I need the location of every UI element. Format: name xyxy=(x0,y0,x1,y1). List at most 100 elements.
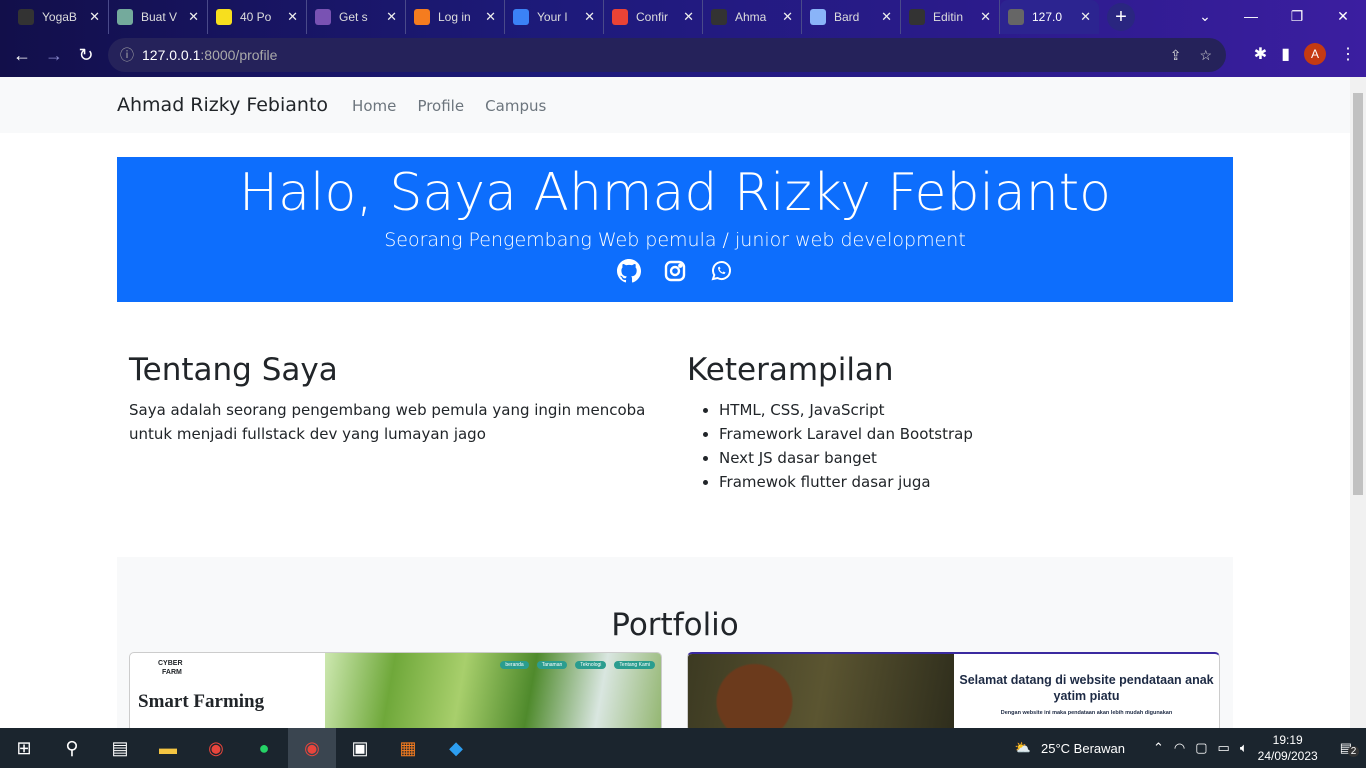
close-tab-icon[interactable]: ✕ xyxy=(881,9,892,25)
whatsapp-app-icon[interactable]: ● xyxy=(240,728,288,768)
skill-item: Framewok flutter dasar juga xyxy=(719,470,1227,494)
forward-button[interactable]: → xyxy=(38,45,70,66)
volume-icon[interactable]: 🔈︎ xyxy=(1240,740,1248,756)
weather-text[interactable]: 25°C Berawan xyxy=(1041,741,1125,756)
notification-count: 2 xyxy=(1347,746,1360,757)
tab-title: Editin xyxy=(933,10,964,24)
share-icon[interactable]: ⇪ xyxy=(1170,47,1182,64)
web-page: Ahmad Rizky Febianto Home Profile Campus… xyxy=(0,77,1350,728)
browser-tab[interactable]: Confir ✕ xyxy=(604,0,703,34)
weather-icon[interactable]: ⛅ xyxy=(1015,740,1031,756)
tab-search-icon[interactable]: ⌄ xyxy=(1182,0,1228,32)
info-icon[interactable]: ⓘ xyxy=(120,45,134,65)
nav-profile[interactable]: Profile xyxy=(417,97,464,115)
close-tab-icon[interactable]: ✕ xyxy=(1080,9,1091,25)
portfolio-card-smart-farming[interactable]: CYBER FARM Smart Farming beranda Tanaman… xyxy=(129,652,662,728)
skill-item: Next JS dasar banget xyxy=(719,446,1227,470)
close-tab-icon[interactable]: ✕ xyxy=(980,9,991,25)
whatsapp-icon[interactable] xyxy=(709,259,733,283)
cyberfarm-logo-line1: CYBER xyxy=(158,660,183,667)
task-view-icon[interactable]: ▤ xyxy=(96,728,144,768)
close-tab-icon[interactable]: ✕ xyxy=(782,9,793,25)
browser-tab[interactable]: 127.0 ✕ xyxy=(1000,0,1099,34)
browser-chrome: YogaB ✕ Buat V ✕ 40 Po ✕ Get s ✕ Log in ✕ Your l ✕ C… xyxy=(0,0,1366,77)
bookmark-star-icon[interactable]: ☆ xyxy=(1199,47,1212,64)
extensions-icon[interactable]: ✱ xyxy=(1254,44,1267,64)
toolbar: ← → ↻ ⓘ 127.0.0.1:8000/profile ⇪ ☆ ✱ ▮ A … xyxy=(0,34,1366,77)
browser-tab[interactable]: Buat V ✕ xyxy=(109,0,208,34)
file-explorer-icon[interactable]: ▬ xyxy=(144,728,192,768)
close-tab-icon[interactable]: ✕ xyxy=(584,9,595,25)
tab-title: Log in xyxy=(438,10,471,24)
show-hidden-icons[interactable]: ⌃ xyxy=(1153,740,1164,756)
address-bar[interactable]: ⓘ 127.0.0.1:8000/profile ⇪ ☆ xyxy=(108,38,1226,72)
hero-banner: Halo, Saya Ahmad Rizky Febianto Seorang … xyxy=(117,157,1233,302)
github-icon xyxy=(909,9,925,25)
github-icon xyxy=(18,9,34,25)
navbar-brand[interactable]: Ahmad Rizky Febianto xyxy=(117,94,328,116)
child-photo xyxy=(688,654,954,728)
date: 24/09/2023 xyxy=(1257,749,1318,763)
scrollbar-thumb[interactable] xyxy=(1353,93,1363,495)
new-tab-button[interactable]: + xyxy=(1107,3,1135,31)
restore-button[interactable]: ❐ xyxy=(1274,0,1320,32)
browser-tab[interactable]: 40 Po ✕ xyxy=(208,0,307,34)
about-text: Saya adalah seorang pengembang web pemul… xyxy=(129,401,646,443)
vscode-icon[interactable]: ◆ xyxy=(432,728,480,768)
card-nav-pill: Teknologi xyxy=(575,661,607,669)
gmail-icon xyxy=(612,9,628,25)
notification-center-icon[interactable]: ▤ 2 xyxy=(1340,740,1360,757)
close-tab-icon[interactable]: ✕ xyxy=(485,9,496,25)
card-nav-pill: Tentang Kami xyxy=(614,661,655,669)
browser-tab[interactable]: Editin ✕ xyxy=(901,0,1000,34)
wifi-icon[interactable]: ◠ xyxy=(1174,740,1185,756)
tab-title: Bard xyxy=(834,10,860,24)
browser-tab[interactable]: Log in ✕ xyxy=(406,0,505,34)
minimize-button[interactable]: — xyxy=(1228,0,1274,32)
cyberfarm-logo-line2: FARM xyxy=(162,669,182,676)
browser-tab[interactable]: Bard ✕ xyxy=(802,0,901,34)
terminal-icon[interactable]: ▣ xyxy=(336,728,384,768)
browser-tab[interactable]: Get s ✕ xyxy=(307,0,406,34)
tab-title: YogaB xyxy=(42,10,77,24)
card-heading: Smart Farming xyxy=(138,691,265,712)
profile-avatar[interactable]: A xyxy=(1304,43,1326,65)
browser-tab[interactable]: YogaB ✕ xyxy=(10,0,109,34)
menu-icon[interactable]: ⋮ xyxy=(1340,44,1356,64)
close-tab-icon[interactable]: ✕ xyxy=(89,9,100,25)
browser-tab[interactable]: Ahma ✕ xyxy=(703,0,802,34)
close-tab-icon[interactable]: ✕ xyxy=(386,9,397,25)
skills-section: Keterampilan HTML, CSS, JavaScript Frame… xyxy=(687,352,1227,494)
battery-icon[interactable]: ▭ xyxy=(1218,740,1230,756)
close-window-button[interactable]: ✕ xyxy=(1320,0,1366,32)
reload-button[interactable]: ↻ xyxy=(70,45,102,66)
tab-title: Your l xyxy=(537,10,568,24)
nav-home[interactable]: Home xyxy=(352,97,396,115)
instagram-icon[interactable] xyxy=(663,259,687,283)
portfolio-card-yatim-piatu[interactable]: Selamat datang di website pendataan anak… xyxy=(687,652,1220,728)
github-icon[interactable] xyxy=(617,259,641,283)
card-subtext: Dengan website ini maka pendataan akan l… xyxy=(1000,710,1173,716)
xampp-icon[interactable]: ▦ xyxy=(384,728,432,768)
camera-icon[interactable]: ▢ xyxy=(1195,740,1207,756)
chrome-profile-icon[interactable]: ◉ xyxy=(288,728,336,768)
close-tab-icon[interactable]: ✕ xyxy=(287,9,298,25)
close-tab-icon[interactable]: ✕ xyxy=(683,9,694,25)
bard-icon xyxy=(810,9,826,25)
page-scrollbar[interactable] xyxy=(1350,77,1366,728)
portfolio-section: Portfolio CYBER FARM Smart Farming beran… xyxy=(117,557,1233,728)
tab-title: Ahma xyxy=(735,10,767,24)
clock[interactable]: 19:19 24/09/2023 xyxy=(1258,732,1318,764)
browser-tab[interactable]: Your l ✕ xyxy=(505,0,604,34)
about-title: Tentang Saya xyxy=(129,352,338,388)
about-section: Tentang Saya Saya adalah seorang pengemb… xyxy=(129,352,669,446)
chrome-icon[interactable]: ◉ xyxy=(192,728,240,768)
close-tab-icon[interactable]: ✕ xyxy=(188,9,199,25)
back-button[interactable]: ← xyxy=(6,45,38,66)
side-panel-icon[interactable]: ▮ xyxy=(1281,44,1290,64)
search-icon[interactable]: ⚲ xyxy=(48,728,96,768)
nav-campus[interactable]: Campus xyxy=(485,97,546,115)
flag-icon xyxy=(513,9,529,25)
windows-start-icon[interactable]: ⊞ xyxy=(0,728,48,768)
globe-icon xyxy=(1008,9,1024,25)
